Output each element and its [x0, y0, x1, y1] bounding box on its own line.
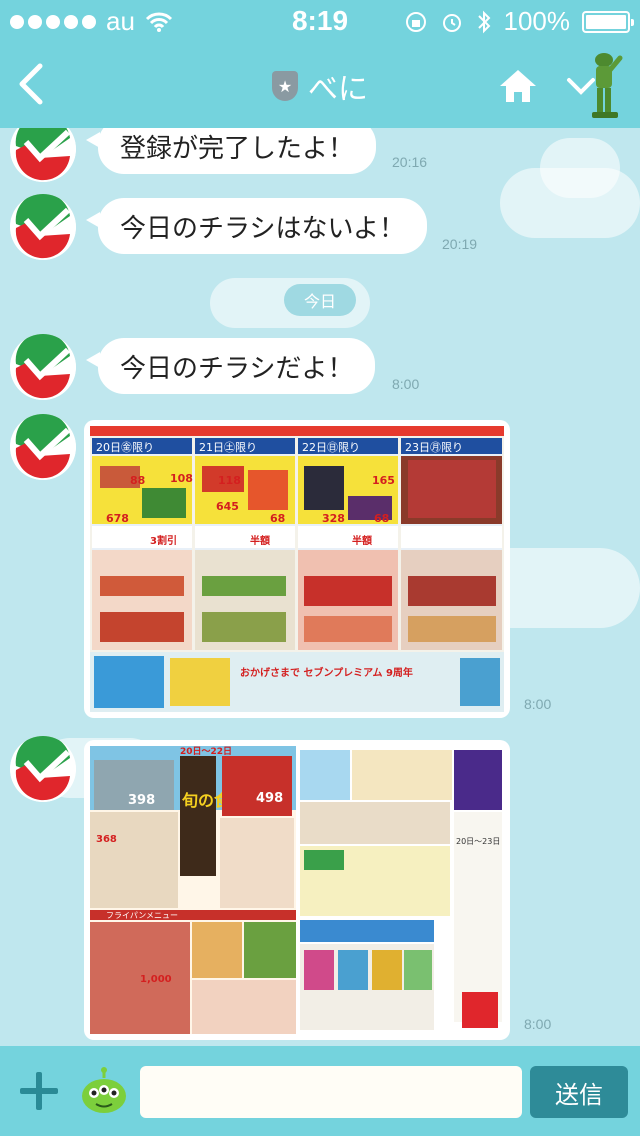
flyer-1-day-label: 20日㊎限り: [96, 441, 154, 454]
message-bubble[interactable]: 今日のチラシはないよ！: [86, 198, 427, 254]
message-timestamp: 8:00: [392, 376, 420, 392]
message-bubble[interactable]: 登録が完了したよ！: [85, 128, 377, 174]
flyer-1-price: 678: [106, 512, 129, 525]
alien-sticker-icon[interactable]: [76, 1066, 132, 1116]
chat-area[interactable]: 登録が完了したよ！ 20:16 今日のチラシはないよ！ 20:19 今日 今日の…: [0, 128, 640, 1046]
flyer-2-price: 368: [96, 834, 117, 845]
flyer-1-price: 68: [270, 512, 285, 525]
flyer-1-price: 645: [216, 500, 239, 513]
battery-icon: [582, 10, 634, 33]
message-input[interactable]: [140, 1066, 522, 1118]
send-button[interactable]: 送信: [530, 1066, 628, 1118]
nav-bar: ★ べに: [0, 40, 640, 128]
flyer-1-price: 118: [218, 474, 241, 487]
soldier-figure-icon[interactable]: [586, 50, 626, 122]
alarm-icon: [442, 13, 461, 32]
flyer-image-2[interactable]: 旬の食材 20日〜22日 398 498 368 フライパンメニュー 1,000: [84, 740, 510, 1040]
message-timestamp: 20:16: [392, 154, 428, 170]
flyer-1-anniversary: おかげさまで セブンプレミアム 9周年: [240, 666, 413, 679]
flyer-image-1[interactable]: 20日㊎限り 21日㊏限り 22日㊐限り 23日㊊限り 88 108 678 1…: [84, 420, 510, 718]
flyer-1-artwork: 20日㊎限り 21日㊏限り 22日㊐限り 23日㊊限り 88 108 678 1…: [90, 426, 504, 712]
home-icon[interactable]: [498, 68, 538, 104]
rotation-lock-icon: [405, 11, 426, 32]
flyer-1-price: 68: [374, 512, 389, 525]
shop-logo-avatar[interactable]: [10, 194, 76, 260]
flyer-2-price: 498: [256, 791, 283, 806]
status-right: 100%: [404, 6, 634, 37]
flyer-1-day-label: 21日㊏限り: [199, 441, 257, 454]
shop-logo-avatar[interactable]: [10, 128, 76, 182]
bluetooth-icon: [477, 10, 490, 33]
flyer-2-price: 1,000: [140, 974, 172, 985]
date-separator: 今日: [284, 284, 356, 316]
flyer-1-price: 108: [170, 472, 193, 485]
flyer-2-price: 398: [128, 793, 155, 808]
flyer-2-dates: 20日〜22日: [180, 746, 232, 757]
flyer-1-day-label: 22日㊐限り: [302, 441, 360, 454]
background-cloud: [540, 138, 620, 198]
flyer-1-day-label: 23日㊊限り: [405, 441, 463, 454]
message-timestamp: 20:19: [442, 236, 478, 252]
flyer-2-sale-dates: 20日〜23日: [456, 837, 500, 846]
shop-logo-avatar[interactable]: [10, 736, 76, 802]
flyer-2-section: フライパンメニュー: [106, 911, 178, 920]
message-timestamp: 8:00: [524, 696, 552, 712]
chat-title-text: べに: [308, 72, 368, 107]
message-timestamp: 8:00: [524, 1016, 552, 1032]
chat-title: ★ べに: [0, 64, 640, 108]
input-bar: 送信: [0, 1046, 640, 1136]
status-bar: au 8:19 100%: [0, 0, 640, 40]
flyer-1-price: 328: [322, 512, 345, 525]
official-badge-icon: ★: [272, 71, 298, 101]
shop-logo-avatar[interactable]: [10, 414, 76, 480]
battery-percent: 100%: [503, 6, 571, 36]
flyer-1-price: 88: [130, 474, 145, 487]
flyer-1-price: 165: [372, 474, 395, 487]
flyer-1-discount: 半額: [250, 534, 270, 547]
shop-logo-avatar[interactable]: [10, 334, 76, 400]
flyer-2-artwork: 旬の食材 20日〜22日 398 498 368 フライパンメニュー 1,000: [90, 746, 504, 1034]
flyer-1-discount: 半額: [352, 534, 372, 547]
message-bubble[interactable]: 今日のチラシだよ！: [85, 338, 376, 394]
plus-icon[interactable]: [20, 1072, 58, 1110]
flyer-1-discount: 3割引: [150, 534, 177, 547]
